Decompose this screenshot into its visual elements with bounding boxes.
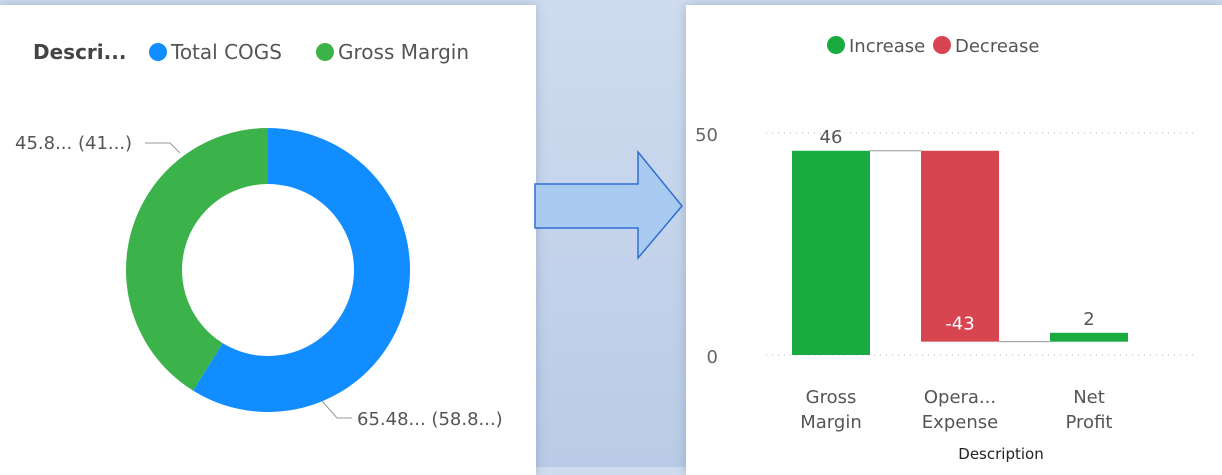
data-label-total-cogs: 65.48... (58.8...) xyxy=(357,409,503,430)
legend-marker-total-cogs xyxy=(149,43,167,61)
donut-slice-gross-margin[interactable] xyxy=(126,128,268,391)
x-tick-label-operating-expense: Opera... xyxy=(924,387,996,408)
legend-title: Descri... xyxy=(33,40,126,64)
data-label-net-profit: 2 xyxy=(1083,309,1094,330)
legend-label-increase: Increase xyxy=(849,36,925,57)
leader-line-gross-margin xyxy=(145,142,181,154)
bar-net-profit[interactable] xyxy=(1050,332,1128,342)
x-tick-label-net-profit: Profit xyxy=(1066,412,1113,433)
legend-marker-decrease xyxy=(933,36,951,54)
data-label-gross-margin: 46 xyxy=(820,127,843,148)
legend-label-decrease: Decrease xyxy=(955,36,1039,57)
leader-line-total-cogs xyxy=(321,400,352,419)
waterfall-chart: Increase Decrease 50 0 46 -43 2 Gross Margin… xyxy=(695,36,1198,463)
waterfall-bars: 46 -43 2 Gross Margin Opera... Expense Net Profi… xyxy=(792,127,1128,433)
y-tick-label-50: 50 xyxy=(695,125,718,146)
x-tick-label-gross-margin: Gross xyxy=(806,387,857,408)
x-axis-title: Description xyxy=(958,445,1043,463)
donut-slices xyxy=(126,128,411,412)
waterfall-chart-panel: Increase Decrease 50 0 46 -43 2 Gross Margin… xyxy=(686,5,1222,475)
flow-arrow-icon xyxy=(534,150,683,261)
legend-marker-increase xyxy=(827,36,845,54)
legend-label-total-cogs: Total COGS xyxy=(170,40,282,64)
bar-gross-margin[interactable] xyxy=(792,150,870,355)
data-label-gross-margin: 45.8... (41...) xyxy=(15,133,132,154)
legend-marker-gross-margin xyxy=(316,43,334,61)
donut-chart: Descri... Total COGS Gross Margin 45.8..… xyxy=(15,40,503,430)
waterfall-legend: Increase Decrease xyxy=(827,36,1039,57)
x-tick-label-operating-expense: Expense xyxy=(922,412,998,433)
donut-chart-panel: Descri... Total COGS Gross Margin 45.8..… xyxy=(0,5,536,475)
donut-legend: Descri... Total COGS Gross Margin xyxy=(33,40,469,64)
y-tick-label-0: 0 xyxy=(707,347,718,368)
data-label-operating-expense: -43 xyxy=(945,314,974,335)
legend-label-gross-margin: Gross Margin xyxy=(338,40,469,64)
x-tick-label-gross-margin: Margin xyxy=(800,412,861,433)
x-tick-label-net-profit: Net xyxy=(1073,387,1105,408)
